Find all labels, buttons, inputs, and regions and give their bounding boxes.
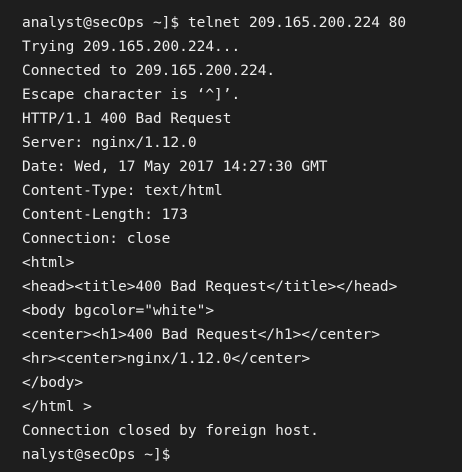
output-content-length-header: Content-Length: 173 (22, 207, 188, 223)
output-server-header: Server: nginx/1.12.0 (22, 135, 197, 151)
output-http-status: HTTP/1.1 400 Bad Request (22, 111, 232, 127)
output-connection-header: Connection: close (22, 231, 171, 247)
prompt-current[interactable]: nalyst@secOps ~]$ (22, 443, 462, 467)
prompt-telnet-command: analyst@secOps ~]$ telnet 209.165.200.22… (22, 15, 407, 31)
output-h1: <center><h1>400 Bad Request</h1></center… (22, 327, 380, 343)
output-content-type-header: Content-Type: text/html (22, 183, 223, 199)
output-connected: Connected to 209.165.200.224. (22, 63, 276, 79)
output-trying: Trying 209.165.200.224... (22, 39, 241, 55)
output-html-open: <html> (22, 255, 75, 271)
output-hr-center: <hr><center>nginx/1.12.0</center> (22, 351, 311, 367)
output-escape-character: Escape character is ‘^]’. (22, 87, 241, 103)
output-connection-closed: Connection closed by foreign host. (22, 423, 319, 439)
terminal-window[interactable]: analyst@secOps ~]$ telnet 209.165.200.22… (0, 0, 462, 472)
output-body-close: </body> (22, 375, 84, 391)
output-head-title: <head><title>400 Bad Request</title></he… (22, 279, 398, 295)
output-body-open: <body bgcolor="white"> (22, 303, 215, 319)
output-html-close: </html > (22, 399, 92, 415)
output-date-header: Date: Wed, 17 May 2017 14:27:30 GMT (22, 159, 328, 175)
